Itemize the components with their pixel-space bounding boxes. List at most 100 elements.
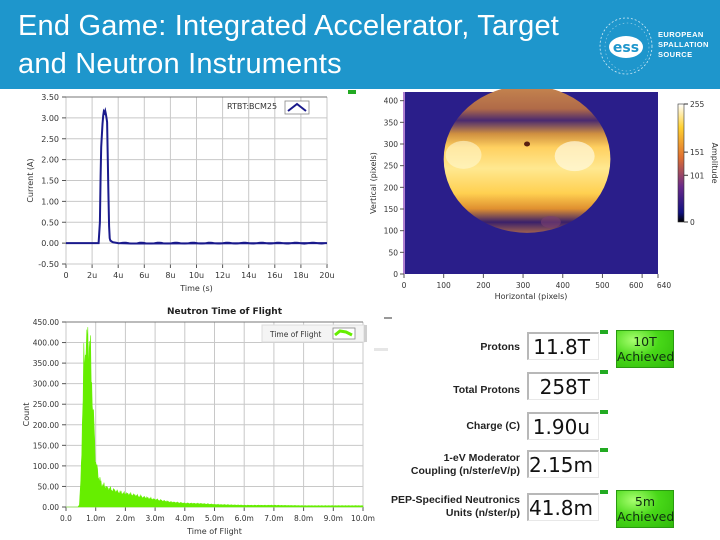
x-tick-label: 18u: [293, 271, 308, 280]
y-tick-label: 0.50: [41, 218, 59, 227]
pep-badge-line1: 5m: [634, 494, 656, 509]
y-tick-label: 250: [384, 162, 399, 171]
neutron-tof-chart: Neutron Time of Flight 0.0 1.0m 2.0m 3.0m 4.0…: [22, 307, 392, 536]
dark-patch: [540, 216, 561, 228]
protons-achieved-badge: 10T Achieved: [616, 330, 674, 368]
moderator-coupling-led: [600, 448, 608, 452]
colorbar-tick-label: 101: [690, 171, 705, 180]
y-tick-label: 50.00: [38, 482, 60, 491]
y-tick-label: 3.00: [41, 114, 59, 123]
pep-neutronics-led: [600, 490, 608, 494]
colorbar-tick-label: 0: [690, 218, 695, 227]
y-axis-label: Vertical (pixels): [369, 152, 378, 214]
y-tick-label: -0.50: [38, 260, 59, 269]
x-tick-label: 500: [595, 281, 610, 290]
logo-line-2: SPALLATION: [658, 40, 709, 49]
x-tick-label: 1.0m: [86, 514, 105, 523]
y-axis-label: Current (A): [26, 158, 35, 202]
x-tick-label: 4u: [113, 271, 123, 280]
charge-label: Charge (C): [466, 420, 520, 432]
y-axis-label: Count: [22, 403, 31, 427]
x-tick-label: 0: [402, 281, 407, 290]
colorbar-tick-label: 255: [690, 100, 705, 109]
y-tick-label: 300.00: [33, 380, 59, 389]
x-axis-label: Time of Flight: [186, 527, 242, 536]
x-tick-label: 9.0m: [324, 514, 343, 523]
x-tick-label: 6u: [139, 271, 149, 280]
y-tick-label: 2.50: [41, 135, 59, 144]
y-tick-label: 150: [384, 205, 399, 214]
y-tick-label: 400.00: [33, 339, 59, 348]
beam-current-chart: 0 2u 4u 6u 8u 10u 12u 14u 16u 18u 20u 3.50 3.00 2.50 2…: [26, 93, 335, 293]
legend-label: RTBT:BCM25: [227, 102, 277, 111]
y-tick-label: 1.50: [41, 177, 59, 186]
moderator-coupling-label: 1-eV Moderator Coupling (n/ster/eV/p): [410, 452, 520, 477]
x-tick-label: 12u: [215, 271, 230, 280]
y-tick-label: 0.00: [42, 503, 59, 512]
x-tick-label: 300: [516, 281, 531, 290]
protons-badge-line2: Achieved: [617, 349, 675, 364]
y-tick-label: 200.00: [33, 421, 59, 430]
pep-neutronics-label: PEP-Specified Neutronics Units (n/ster/p…: [391, 494, 520, 519]
total-protons-led: [600, 370, 608, 374]
legend-label: Time of Flight: [269, 330, 321, 339]
x-tick-label: 6.0m: [235, 514, 254, 523]
x-tick-label: 14u: [241, 271, 256, 280]
ess-logo-icon: ess: [599, 17, 653, 75]
chart-title: Neutron Time of Flight: [167, 307, 283, 317]
x-tick-label: 0.0: [60, 514, 72, 523]
logo-line-1: EUROPEAN: [658, 30, 704, 39]
x-tick-label: 400: [556, 281, 571, 290]
total-protons-readout: 258T: [527, 372, 599, 400]
protons-led: [600, 330, 608, 334]
x-tick-label: 10u: [189, 271, 204, 280]
pep-achieved-badge: 5m Achieved: [616, 490, 674, 528]
y-tick-label: 350: [384, 118, 399, 127]
ess-logo-text: EUROPEAN SPALLATION SOURCE: [658, 30, 709, 60]
dark-spot: [524, 141, 531, 147]
moderator-coupling-readout: 2.15m: [527, 450, 599, 478]
slide-title: End Game: Integrated Accelerator, Target…: [18, 7, 559, 83]
x-tick-label: 16u: [267, 271, 282, 280]
x-tick-label: 7.0m: [264, 514, 283, 523]
ess-logo: ess EUROPEAN SPALLATION SOURCE: [596, 16, 716, 76]
protons-readout: 11.8T: [527, 332, 599, 360]
charge-led: [600, 410, 608, 414]
x-tick-label: 100: [437, 281, 452, 290]
y-tick-label: 250.00: [33, 400, 59, 409]
y-tick-label: 3.50: [41, 93, 59, 102]
y-tick-label: 0.00: [41, 239, 59, 248]
y-tick-label: 50: [388, 248, 398, 257]
y-tick-label: 100.00: [33, 462, 59, 471]
y-tick-label: 450.00: [33, 318, 59, 327]
x-tick-label: 20u: [319, 271, 334, 280]
pep-badge-line2: Achieved: [617, 509, 675, 524]
x-tick-label: 640: [657, 281, 672, 290]
protons-label: Protons: [480, 341, 520, 353]
y-tick-label: 400: [384, 97, 399, 106]
logo-line-3: SOURCE: [658, 50, 693, 59]
x-tick-label: 8.0m: [294, 514, 313, 523]
x-tick-label: 10.0m: [351, 514, 375, 523]
y-tick-label: 0: [393, 270, 398, 279]
x-axis-label: Horizontal (pixels): [495, 292, 568, 301]
y-tick-label: 150.00: [33, 441, 59, 450]
colorbar: [677, 103, 685, 223]
x-tick-label: 5.0m: [205, 514, 224, 523]
x-tick-label: 2u: [87, 271, 97, 280]
protons-badge-line1: 10T: [633, 334, 657, 349]
y-tick-label: 2.00: [41, 156, 59, 165]
x-tick-label: 4.0m: [175, 514, 194, 523]
y-tick-label: 1.00: [41, 197, 59, 206]
hot-spot-right: [554, 141, 595, 172]
y-tick-label: 350.00: [33, 359, 59, 368]
y-tick-label: 300: [384, 140, 399, 149]
panel-marker-light: [374, 348, 388, 351]
charge-readout: 1.90u: [527, 412, 599, 440]
x-tick-label: 8u: [165, 271, 175, 280]
y-tick-label: 100: [384, 227, 399, 236]
colorbar-label: Amplitude: [710, 143, 719, 184]
pep-neutronics-readout: 41.8m: [527, 493, 599, 521]
x-tick-label: 3.0m: [145, 514, 164, 523]
title-banner: End Game: Integrated Accelerator, Target…: [0, 0, 720, 89]
